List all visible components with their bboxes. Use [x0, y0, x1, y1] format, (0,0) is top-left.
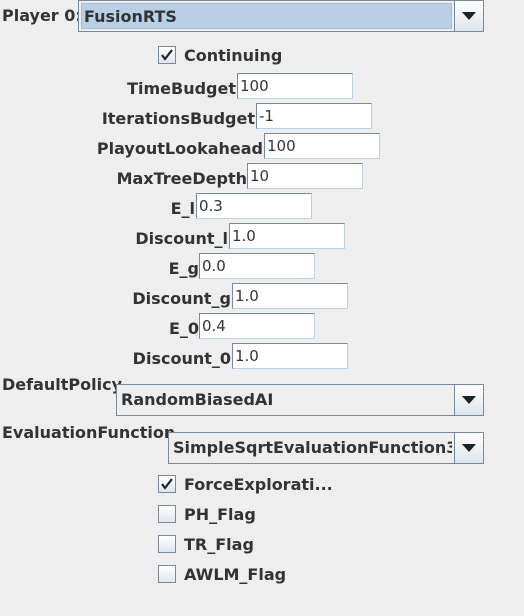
player-select[interactable]: FusionRTS [78, 0, 484, 32]
evaluation-function-select-arrow[interactable] [454, 433, 483, 463]
param-field-discount-g[interactable]: 1.0 [232, 283, 348, 309]
evaluation-function-label: EvaluationFunction [2, 423, 176, 442]
param-field-max-tree-depth[interactable]: 10 [247, 163, 363, 189]
continuing-label: Continuing [184, 46, 283, 65]
param-label-e-0: E_0 [168, 319, 199, 338]
param-label-discount-0: Discount_0 [132, 349, 231, 368]
param-field-e-0[interactable]: 0.4 [199, 313, 315, 339]
player-label: Player 0: [2, 6, 82, 25]
ph-flag-label: PH_Flag [184, 505, 256, 524]
param-label-playout-lookahead: PlayoutLookahead [96, 139, 263, 158]
param-field-discount-l[interactable]: 1.0 [229, 223, 345, 249]
default-policy-select-arrow[interactable] [454, 385, 483, 415]
tr-flag-label: TR_Flag [184, 535, 254, 554]
awlm-flag-label: AWLM_Flag [184, 565, 287, 584]
param-field-time-budget[interactable]: 100 [237, 73, 353, 99]
param-field-e-l[interactable]: 0.3 [196, 193, 312, 219]
player-select-value: FusionRTS [81, 3, 452, 29]
default-policy-select-value: RandomBiasedAI [119, 387, 452, 413]
force-exploration-checkbox[interactable] [158, 475, 176, 493]
param-label-e-g: E_g [168, 259, 199, 278]
chevron-down-icon [462, 444, 476, 452]
param-field-playout-lookahead[interactable]: 100 [264, 133, 380, 159]
default-policy-label: DefaultPolicy [2, 375, 123, 394]
evaluation-function-select[interactable]: SimpleSqrtEvaluationFunction3 [168, 432, 484, 464]
ph-flag-checkbox[interactable] [158, 505, 176, 523]
awlm-flag-checkbox[interactable] [158, 565, 176, 583]
tr-flag-checkbox[interactable] [158, 535, 176, 553]
param-field-discount-0[interactable]: 1.0 [232, 343, 348, 369]
chevron-down-icon [462, 12, 476, 20]
param-label-iterations-budget: IterationsBudget [101, 109, 255, 128]
default-policy-select[interactable]: RandomBiasedAI [116, 384, 484, 416]
param-field-e-g[interactable]: 0.0 [199, 253, 315, 279]
param-label-e-l: E_l [170, 199, 195, 218]
check-icon [161, 49, 173, 61]
continuing-checkbox[interactable] [158, 46, 176, 64]
param-label-discount-g: Discount_g [132, 289, 231, 308]
param-label-time-budget: TimeBudget [127, 79, 236, 98]
chevron-down-icon [462, 396, 476, 404]
param-label-max-tree-depth: MaxTreeDepth [116, 169, 247, 188]
player-select-arrow[interactable] [454, 1, 483, 31]
force-exploration-label: ForceExplorati... [184, 475, 333, 494]
param-field-iterations-budget[interactable]: -1 [256, 103, 372, 129]
evaluation-function-select-value: SimpleSqrtEvaluationFunction3 [171, 435, 452, 461]
param-label-discount-l: Discount_l [135, 229, 228, 248]
check-icon [161, 478, 173, 490]
